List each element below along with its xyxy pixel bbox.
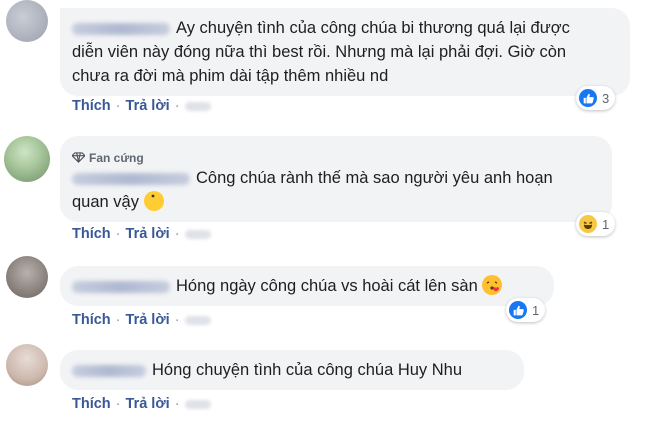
comment-line: Hóng chuyện tình của công chúa Huy Nhu <box>152 361 463 379</box>
timestamp-blurred[interactable] <box>184 399 211 409</box>
author-name-blurred[interactable] <box>72 172 190 185</box>
comment-text: Công chúa rành thế mà sao người yêu anh … <box>72 166 602 214</box>
like-link[interactable]: Thích <box>72 98 111 114</box>
reaction-badge[interactable]: 3 <box>576 86 616 110</box>
comment-actions: Thích · Trả lời · <box>72 396 211 412</box>
author-name-blurred[interactable] <box>72 22 170 35</box>
avatar[interactable] <box>6 256 48 298</box>
reaction-count: 1 <box>532 302 540 318</box>
comment-line: chưa ra đời mà phim dài tập thêm nhiều n… <box>72 67 389 85</box>
separator: · <box>174 226 180 242</box>
separator: · <box>115 396 121 412</box>
avatar[interactable] <box>6 0 48 42</box>
haha-icon <box>579 215 597 233</box>
comment-text: Hóng chuyện tình của công chúa Huy Nhu <box>72 358 462 382</box>
separator: · <box>174 396 180 412</box>
comment-actions: Thích · Trả lời · <box>72 312 211 328</box>
timestamp-blurred[interactable] <box>184 315 211 325</box>
comment-line: Ay chuyện tình của công chúa bi thương q… <box>176 19 570 37</box>
separator: · <box>174 312 180 328</box>
separator: · <box>115 226 121 242</box>
separator: · <box>115 312 121 328</box>
comment-bubble: Hóng chuyện tình của công chúa Huy Nhu <box>60 350 524 390</box>
reply-link[interactable]: Trả lời <box>126 98 170 114</box>
like-link[interactable]: Thích <box>72 312 111 328</box>
reply-link[interactable]: Trả lời <box>126 396 170 412</box>
like-link[interactable]: Thích <box>72 396 111 412</box>
fan-badge-label: Fan cứng <box>89 151 144 165</box>
comment-line: Hóng ngày công chúa vs hoài cát lên sàn <box>176 277 478 295</box>
comment-line: quan vậy <box>72 193 139 211</box>
like-icon <box>579 89 597 107</box>
timestamp-blurred[interactable] <box>184 101 211 111</box>
comment-line: diễn viên này đóng nữa thì best rồi. Như… <box>72 43 567 61</box>
avatar[interactable] <box>4 136 50 182</box>
like-icon <box>509 301 527 319</box>
reaction-badge[interactable]: 1 <box>576 212 616 236</box>
reaction-count: 1 <box>602 216 610 232</box>
comment-text: Ay chuyện tình của công chúa bi thương q… <box>72 16 622 88</box>
comment-bubble: Hóng ngày công chúa vs hoài cát lên sàn <box>60 266 554 306</box>
author-name-blurred[interactable] <box>72 364 146 377</box>
separator: · <box>174 98 180 114</box>
comment-actions: Thích · Trả lời · <box>72 98 211 114</box>
reaction-count: 3 <box>602 90 610 106</box>
like-link[interactable]: Thích <box>72 226 111 242</box>
comment-actions: Thích · Trả lời · <box>72 226 211 242</box>
avatar[interactable] <box>6 344 48 386</box>
author-name-blurred[interactable] <box>72 280 170 293</box>
pacman-emoji <box>143 190 164 211</box>
timestamp-blurred[interactable] <box>184 229 211 239</box>
comment-bubble: Ay chuyện tình của công chúa bi thương q… <box>60 8 630 96</box>
reply-link[interactable]: Trả lời <box>126 312 170 328</box>
reply-link[interactable]: Trả lời <box>126 226 170 242</box>
comment-line: Công chúa rành thế mà sao người yêu anh … <box>196 169 553 187</box>
separator: · <box>115 98 121 114</box>
kiss-emoji <box>482 274 503 295</box>
comment-bubble: Fan cứng Công chúa rành thế mà sao người… <box>60 136 612 222</box>
reaction-badge[interactable]: 1 <box>506 298 546 322</box>
diamond-icon <box>71 152 86 163</box>
comment-text: Hóng ngày công chúa vs hoài cát lên sàn <box>72 274 503 298</box>
